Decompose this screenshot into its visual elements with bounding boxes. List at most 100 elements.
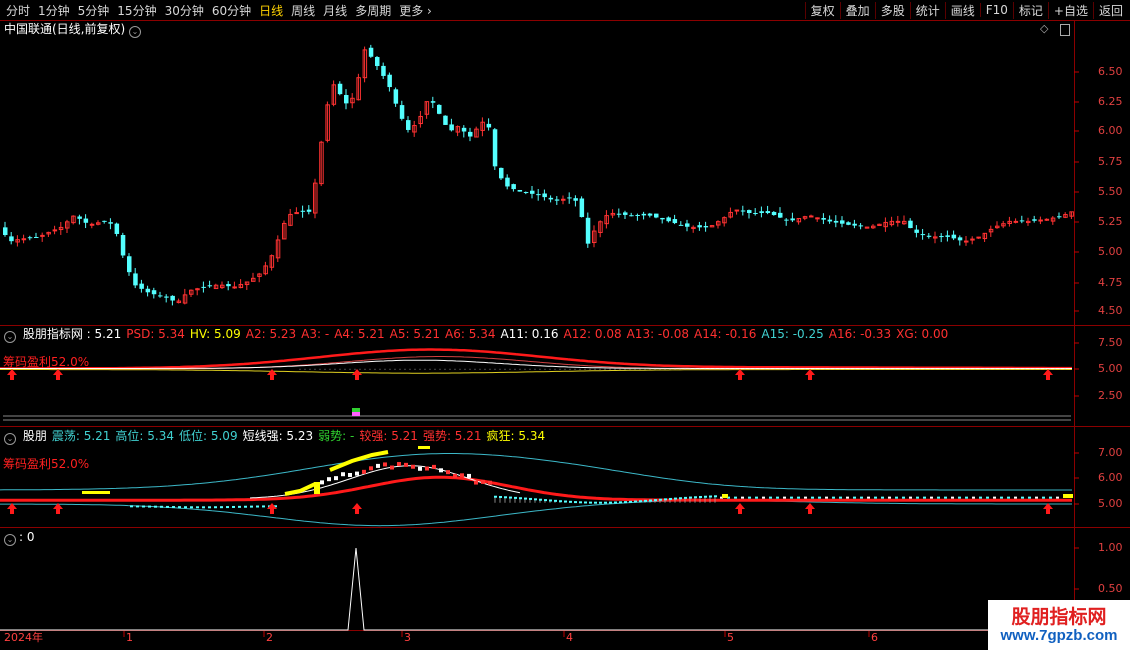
mark xyxy=(734,496,737,499)
candle-body xyxy=(1019,220,1025,222)
y-tick-label: 7.00 xyxy=(1098,446,1123,459)
indicator-value-8: 疯狂: 5.34 xyxy=(486,429,546,443)
buy-arrow xyxy=(735,503,745,514)
candle-body xyxy=(164,296,169,298)
candle-body xyxy=(920,234,926,236)
x-tick-label: 3 xyxy=(404,631,411,644)
indicator-value-4: 短线强: 5.23 xyxy=(242,429,314,443)
candle-body xyxy=(747,210,752,214)
mark xyxy=(554,499,557,502)
mark xyxy=(341,472,345,477)
mark xyxy=(832,496,835,499)
chart-canvas[interactable] xyxy=(0,0,1130,650)
mark xyxy=(446,470,450,475)
candle-body xyxy=(771,211,777,216)
candle-body xyxy=(635,214,640,216)
panel3-value: : 0 xyxy=(19,530,35,544)
mark xyxy=(916,496,919,499)
candle-body xyxy=(158,295,163,297)
candle-body xyxy=(740,210,746,212)
mark xyxy=(574,501,577,504)
mark xyxy=(1007,496,1010,499)
candle-body xyxy=(337,83,343,95)
diamond-icon[interactable]: ◇ xyxy=(1040,22,1048,36)
mark xyxy=(184,506,187,509)
signal-line xyxy=(0,547,1072,631)
mark xyxy=(684,496,687,499)
mark xyxy=(748,496,751,499)
indicator-value-3: 低位: 5.09 xyxy=(179,429,238,443)
mark xyxy=(250,505,253,508)
mark xyxy=(142,505,145,508)
candle-body xyxy=(387,74,392,88)
mark xyxy=(930,496,933,499)
indicator-value-0: 股朋指标网 : 5.21 xyxy=(22,327,122,341)
candle-body xyxy=(840,220,845,224)
mark xyxy=(679,497,682,500)
indicator-value-14: XG: 0.00 xyxy=(896,327,949,341)
indicator-value-5: A4: 5.21 xyxy=(334,327,385,341)
mark xyxy=(238,505,241,508)
candle-body xyxy=(554,199,560,201)
buy-arrow xyxy=(53,369,63,380)
mark xyxy=(1021,496,1024,499)
indicator-value-3: A2: 5.23 xyxy=(245,327,297,341)
candle-body xyxy=(517,189,523,192)
candle-body xyxy=(759,211,764,214)
buy-arrow xyxy=(1043,503,1053,514)
candle-body xyxy=(499,167,504,179)
y-tick-label: 6.25 xyxy=(1098,95,1123,108)
indicator-value-2: 高位: 5.34 xyxy=(115,429,174,443)
indicator-value-4: A3: - xyxy=(301,327,330,341)
mark xyxy=(804,496,807,499)
candle-body xyxy=(83,218,89,223)
candle-body xyxy=(511,184,516,190)
buy-arrow xyxy=(352,503,362,514)
y-tick-label: 5.00 xyxy=(1098,497,1123,510)
candle-body xyxy=(536,194,541,196)
candle-body xyxy=(430,101,436,103)
mark xyxy=(154,505,157,508)
mark xyxy=(689,496,692,499)
chevron-down-icon[interactable]: ⌄ xyxy=(4,331,16,343)
mark xyxy=(860,496,863,499)
mark xyxy=(539,498,542,501)
chevron-down-icon[interactable]: ⌄ xyxy=(4,534,16,546)
candle-body xyxy=(970,238,975,241)
candle-body xyxy=(120,235,126,256)
mark xyxy=(1000,496,1003,499)
mark xyxy=(951,496,954,499)
lower-band xyxy=(0,499,1072,527)
mark xyxy=(853,496,856,499)
candle-body xyxy=(629,215,634,217)
chevron-down-icon[interactable]: ⌄ xyxy=(129,26,142,38)
candle-body xyxy=(908,220,913,229)
candle-body xyxy=(666,217,671,222)
mark xyxy=(534,498,537,501)
mark xyxy=(594,501,597,504)
candle-body xyxy=(3,227,8,235)
mark xyxy=(1028,496,1031,499)
mark xyxy=(669,497,672,500)
candle-body xyxy=(765,211,771,214)
mark xyxy=(639,500,642,503)
mark xyxy=(579,501,582,504)
mark xyxy=(404,462,408,467)
mark xyxy=(1056,496,1059,499)
indicator-value-13: A16: -0.33 xyxy=(828,327,892,341)
candle-body xyxy=(89,223,95,226)
candle-body xyxy=(852,223,857,226)
candle-body xyxy=(623,212,628,215)
candle-body xyxy=(492,129,498,167)
chevron-down-icon[interactable]: ⌄ xyxy=(4,433,16,445)
indicator-value-7: 强势: 5.21 xyxy=(422,429,482,443)
buy-arrow xyxy=(7,369,17,380)
mark xyxy=(755,496,758,499)
candle-body xyxy=(523,192,529,194)
window-icon[interactable] xyxy=(1060,24,1070,36)
mark xyxy=(160,505,163,508)
mark xyxy=(453,473,457,478)
mark xyxy=(432,464,436,469)
mark xyxy=(320,480,324,485)
indicator-value-1: PSD: 5.34 xyxy=(126,327,185,341)
